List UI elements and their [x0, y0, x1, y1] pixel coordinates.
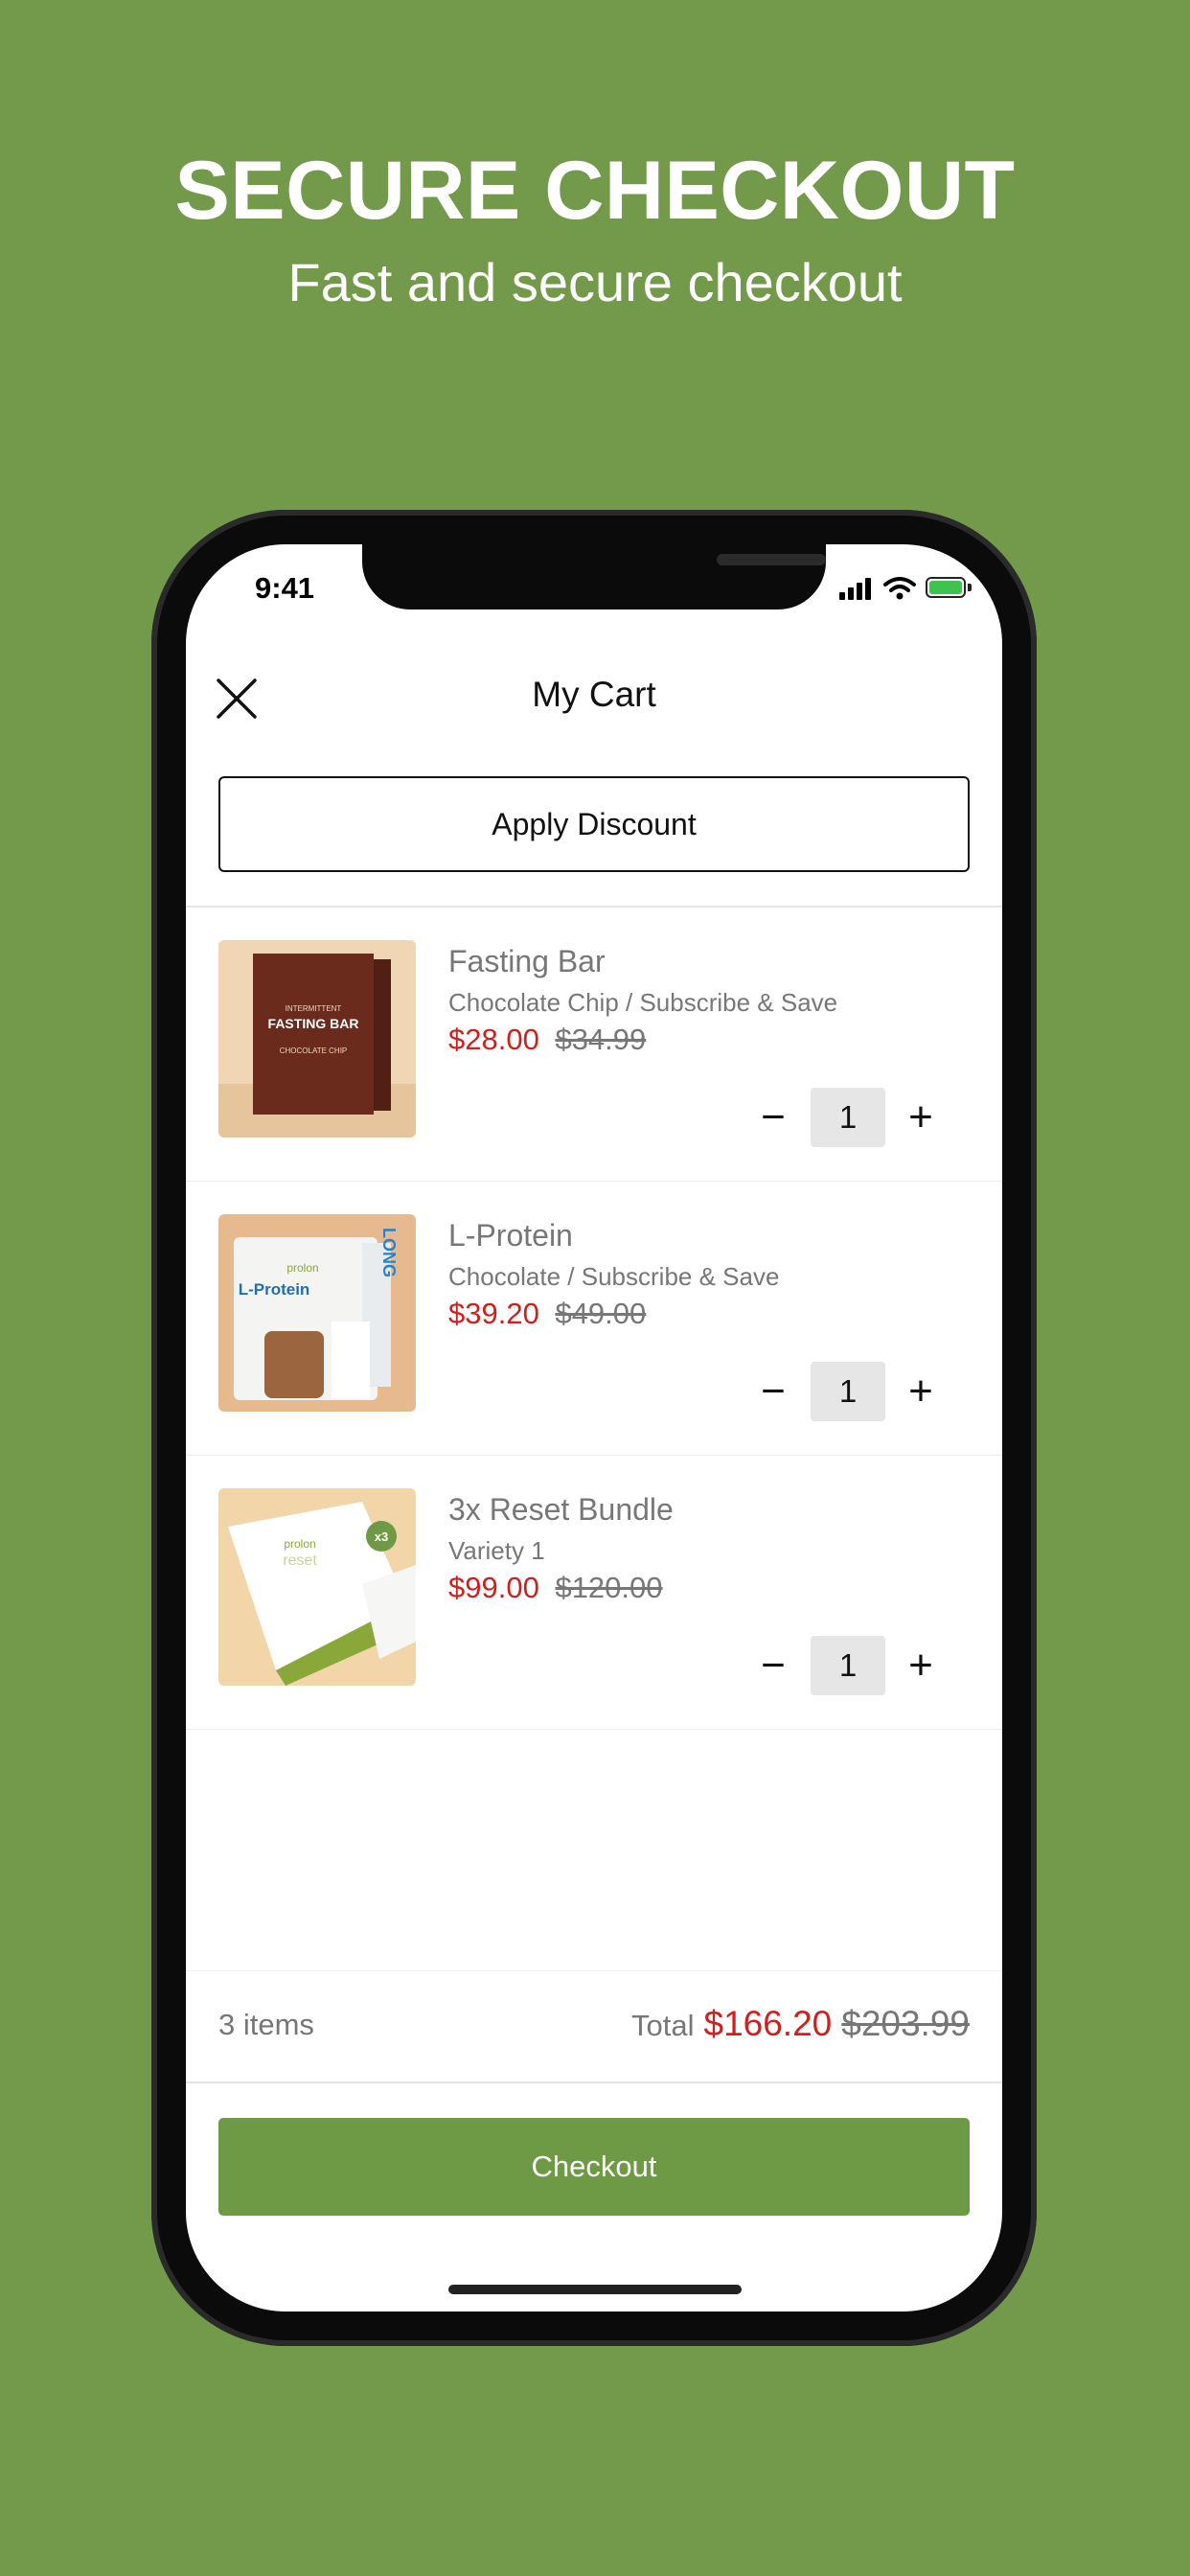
page-title: My Cart	[532, 675, 656, 714]
item-price: $28.00	[448, 1023, 539, 1056]
reset-badge-text: x3	[375, 1530, 388, 1544]
hero-subtitle: Fast and secure checkout	[287, 252, 903, 312]
fasting-bar-box-text-1: INTERMITTENT	[286, 1004, 342, 1013]
quantity-increase-button[interactable]: +	[899, 1636, 943, 1695]
quantity-decrease-button[interactable]: −	[751, 1636, 795, 1695]
speaker-grille	[717, 554, 826, 565]
phone-screen: 9:41 My Cart Apply Discount INTERMITTENT…	[186, 544, 1002, 2312]
item-price: $99.00	[448, 1571, 539, 1604]
items-count: 3 items	[218, 2008, 314, 2041]
battery-icon	[926, 577, 966, 598]
item-variant: Variety 1	[448, 1536, 545, 1565]
item-compare-price: $34.99	[555, 1023, 647, 1056]
home-indicator[interactable]	[448, 2285, 742, 2294]
reset-box-text-1: prolon	[284, 1537, 315, 1551]
item-variant: Chocolate Chip / Subscribe & Save	[448, 988, 838, 1017]
status-time: 9:41	[255, 571, 315, 605]
hero-title: SECURE CHECKOUT	[174, 145, 1016, 237]
wifi-icon	[883, 577, 916, 600]
l-protein-bag-text-3: LONG	[379, 1228, 399, 1277]
quantity-field[interactable]: 1	[811, 1088, 885, 1147]
quantity-decrease-button[interactable]: −	[751, 1362, 795, 1421]
total-label: Total	[631, 2009, 695, 2042]
reset-bundle-product-image: x3 prolon reset	[218, 1488, 416, 1686]
reset-box-text-2: reset	[283, 1552, 317, 1569]
quantity-increase-button[interactable]: +	[899, 1088, 943, 1147]
cart-item: prolon L-Protein LONG L-Protein Chocolat…	[186, 1182, 1002, 1456]
fasting-bar-product-image: INTERMITTENT FASTING BAR CHOCOLATE CHIP	[218, 940, 416, 1138]
fasting-bar-box-text-2: FASTING BAR	[268, 1016, 359, 1031]
cart-item: INTERMITTENT FASTING BAR CHOCOLATE CHIP …	[186, 908, 1002, 1182]
l-protein-bag-text-1: prolon	[286, 1261, 318, 1275]
cart-item: x3 prolon reset 3x Reset Bundle Variety …	[186, 1456, 1002, 1730]
item-price: $39.20	[448, 1297, 539, 1330]
item-name: 3x Reset Bundle	[448, 1492, 674, 1527]
item-name: L-Protein	[448, 1218, 573, 1253]
cart-summary: 3 items Total $166.20 $203.99	[186, 1970, 1002, 2083]
fasting-bar-box-text-3: CHOCOLATE CHIP	[280, 1046, 348, 1055]
price-row: $99.00 $120.00	[448, 1571, 663, 1605]
item-name: Fasting Bar	[448, 944, 606, 978]
battery-cap	[968, 584, 972, 591]
checkout-button[interactable]: Checkout	[218, 2118, 970, 2216]
apply-discount-button[interactable]: Apply Discount	[218, 776, 970, 872]
quantity-field[interactable]: 1	[811, 1636, 885, 1695]
signal-icon	[839, 577, 874, 600]
total-compare-price: $203.99	[841, 2004, 970, 2043]
price-row: $28.00 $34.99	[448, 1023, 646, 1057]
item-compare-price: $49.00	[555, 1297, 647, 1330]
quantity-increase-button[interactable]: +	[899, 1362, 943, 1421]
l-protein-bag-text-2: L-Protein	[239, 1280, 310, 1299]
total-price: $166.20	[703, 2004, 833, 2043]
l-protein-product-image: prolon L-Protein LONG	[218, 1214, 416, 1412]
item-compare-price: $120.00	[555, 1571, 663, 1604]
phone-notch	[362, 544, 826, 610]
price-row: $39.20 $49.00	[448, 1297, 646, 1331]
quantity-decrease-button[interactable]: −	[751, 1088, 795, 1147]
item-variant: Chocolate / Subscribe & Save	[448, 1262, 780, 1291]
quantity-field[interactable]: 1	[811, 1362, 885, 1421]
cart-total: Total $166.20 $203.99	[631, 2004, 970, 2044]
